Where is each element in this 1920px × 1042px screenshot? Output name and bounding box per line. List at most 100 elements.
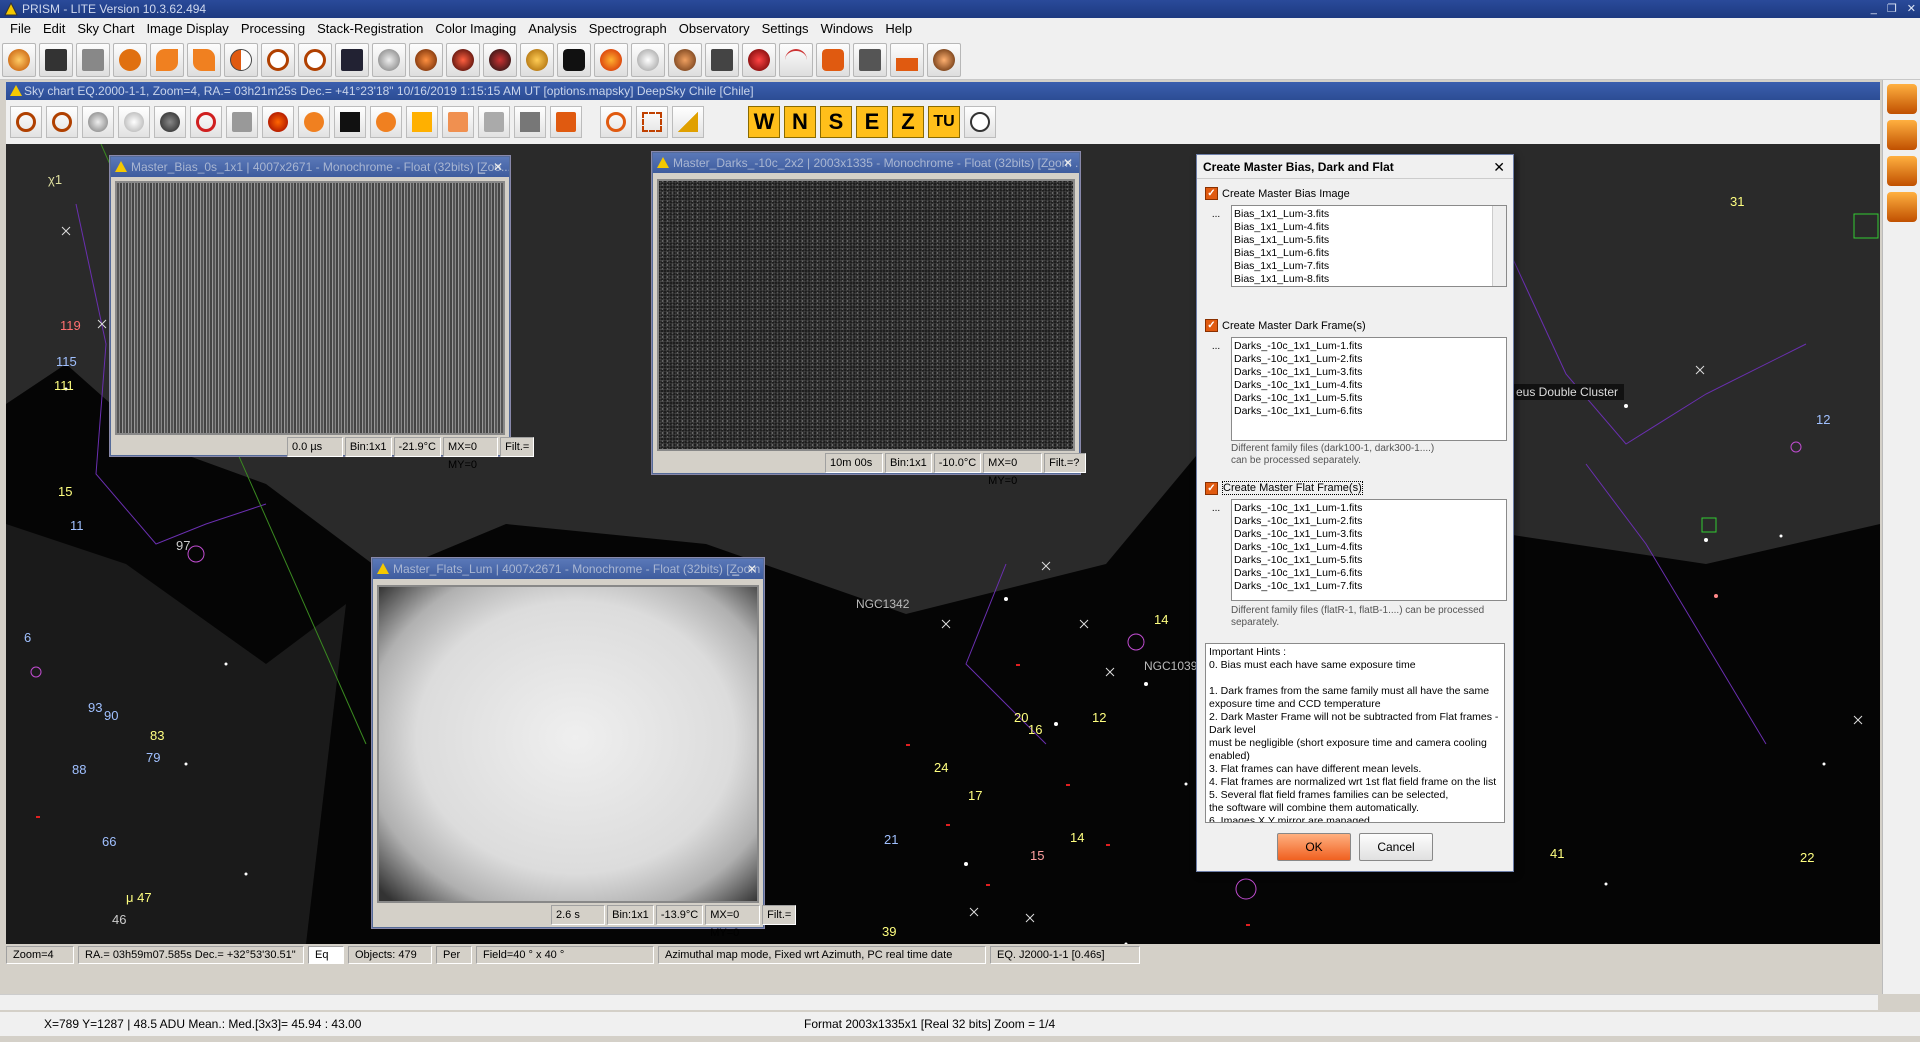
list-item[interactable]: Bias_1x1_Lum-6.fits	[1234, 247, 1504, 260]
restore-button[interactable]: ❐	[1887, 0, 1897, 18]
list-item[interactable]: Bias_1x1_Lum-4.fits	[1234, 221, 1504, 234]
list-item[interactable]: Darks_-10c_1x1_Lum-2.fits	[1234, 515, 1504, 528]
list-item[interactable]: Darks_-10c_1x1_Lum-6.fits	[1234, 405, 1504, 418]
bias-window-titlebar[interactable]: Master_Bias_0s_1x1 | 4007x2671 - Monochr…	[111, 157, 509, 177]
menu-spectrograph[interactable]: Spectrograph	[583, 18, 673, 40]
bias-image-window[interactable]: Master_Bias_0s_1x1 | 4007x2671 - Monochr…	[110, 156, 535, 471]
close-icon[interactable]: ✕	[493, 157, 503, 177]
menu-edit[interactable]: Edit	[37, 18, 71, 40]
list-item[interactable]: Darks_-10c_1x1_Lum-2.fits	[1234, 353, 1504, 366]
zoom-in-button[interactable]	[298, 42, 332, 77]
menu-sky-chart[interactable]: Sky Chart	[71, 18, 140, 40]
flat-checkbox[interactable]: ✓ Create Master Flat Frame(s)	[1205, 481, 1507, 495]
ball-button[interactable]	[631, 42, 665, 77]
sky-star-button[interactable]	[334, 106, 366, 138]
pdp-button[interactable]	[705, 42, 739, 77]
hand-button[interactable]	[816, 42, 850, 77]
menu-observatory[interactable]: Observatory	[673, 18, 756, 40]
curve-button[interactable]	[779, 42, 813, 77]
sky-stop-button[interactable]	[190, 106, 222, 138]
list-item[interactable]: Darks_-10c_1x1_Lum-7.fits	[1234, 580, 1504, 593]
sky-chart-canvas[interactable]: χ1 119 115 111 15 11 97 6 93 90 83 79 88…	[6, 144, 1880, 944]
bias-file-list[interactable]: Bias_1x1_Lum-3.fits Bias_1x1_Lum-4.fits …	[1231, 205, 1507, 287]
camera3-button[interactable]	[483, 42, 517, 77]
menu-file[interactable]: File	[4, 18, 37, 40]
clock-button[interactable]	[964, 106, 996, 138]
redo-button[interactable]	[187, 42, 221, 77]
list-item[interactable]: Darks_-10c_1x1_Lum-1.fits	[1234, 340, 1504, 353]
dock-camera-button[interactable]	[1886, 192, 1917, 222]
sky-redo-button[interactable]	[370, 106, 402, 138]
bias-browse-button[interactable]: ...	[1207, 209, 1225, 225]
frame-button[interactable]	[853, 42, 887, 77]
dir-south-button[interactable]: S	[820, 106, 852, 138]
info-button[interactable]	[113, 42, 147, 77]
bias-list-scrollbar[interactable]	[1492, 206, 1506, 286]
list-item[interactable]: Bias_1x1_Lum-7.fits	[1234, 260, 1504, 273]
list-item[interactable]: Bias_1x1_Lum-8.fits	[1234, 273, 1504, 286]
list-item[interactable]: Darks_-10c_1x1_Lum-5.fits	[1234, 392, 1504, 405]
settings-button[interactable]	[372, 42, 406, 77]
sky-zoom-in-button[interactable]	[46, 106, 78, 138]
sky-calendar-button[interactable]	[442, 106, 474, 138]
bias-image[interactable]	[115, 181, 505, 435]
close-icon[interactable]: ✕	[747, 559, 757, 579]
dir-north-button[interactable]: N	[784, 106, 816, 138]
sky-select-button[interactable]	[636, 106, 668, 138]
flat-browse-button[interactable]: ...	[1207, 503, 1225, 519]
dark-file-list[interactable]: Darks_-10c_1x1_Lum-1.fits Darks_-10c_1x1…	[1231, 337, 1507, 441]
sky-grid-button[interactable]	[514, 106, 546, 138]
ok-button[interactable]: OK	[1277, 833, 1351, 861]
list-item[interactable]: Darks_-10c_1x1_Lum-1.fits	[1234, 502, 1504, 515]
zoom-out-button[interactable]	[261, 42, 295, 77]
close-icon[interactable]: ✕	[1063, 153, 1073, 173]
menu-image-display[interactable]: Image Display	[140, 18, 234, 40]
list-item[interactable]: Bias_1x1_Lum-5.fits	[1234, 234, 1504, 247]
time-utc-button[interactable]: TU	[928, 106, 960, 138]
list-item[interactable]: Darks_-10c_1x1_Lum-3.fits	[1234, 366, 1504, 379]
fire-button[interactable]	[594, 42, 628, 77]
flat-file-list[interactable]: Darks_-10c_1x1_Lum-1.fits Darks_-10c_1x1…	[1231, 499, 1507, 601]
menu-help[interactable]: Help	[879, 18, 918, 40]
bias-checkbox[interactable]: ✓ Create Master Bias Image	[1205, 187, 1507, 200]
minimize-icon[interactable]: _	[1048, 153, 1055, 173]
magnet-button[interactable]	[742, 42, 776, 77]
menu-analysis[interactable]: Analysis	[522, 18, 582, 40]
menu-settings[interactable]: Settings	[756, 18, 815, 40]
dark-checkbox[interactable]: ✓ Create Master Dark Frame(s)	[1205, 319, 1507, 332]
dir-east-button[interactable]: E	[856, 106, 888, 138]
flats-image[interactable]	[377, 585, 759, 903]
flats-window-titlebar[interactable]: Master_Flats_Lum | 4007x2671 - Monochrom…	[373, 559, 763, 579]
scanner-button[interactable]	[76, 42, 110, 77]
open-button[interactable]	[2, 42, 36, 77]
close-button[interactable]: ✕	[1907, 0, 1916, 18]
sky-sort-button[interactable]	[550, 106, 582, 138]
sky-moon-button[interactable]	[118, 106, 150, 138]
menu-windows[interactable]: Windows	[815, 18, 880, 40]
darks-image[interactable]	[657, 179, 1075, 451]
menu-processing[interactable]: Processing	[235, 18, 311, 40]
list-item[interactable]: Darks_-10c_1x1_Lum-4.fits	[1234, 379, 1504, 392]
minimize-icon[interactable]: _	[478, 157, 485, 177]
pen-button[interactable]	[668, 42, 702, 77]
undo-button[interactable]	[150, 42, 184, 77]
dock-observatory-button[interactable]	[1886, 84, 1917, 114]
observer-button[interactable]	[927, 42, 961, 77]
horizontal-scrollbar[interactable]	[0, 994, 1878, 1010]
minimize-button[interactable]: _	[1871, 0, 1877, 18]
list-item[interactable]: Bias_1x1_Lum-3.fits	[1234, 208, 1504, 221]
sky-print-button[interactable]	[226, 106, 258, 138]
menu-color-imaging[interactable]: Color Imaging	[429, 18, 522, 40]
dock-mount-button[interactable]	[1886, 120, 1917, 150]
sky-undo-button[interactable]	[298, 106, 330, 138]
list-item[interactable]: Darks_-10c_1x1_Lum-4.fits	[1234, 541, 1504, 554]
telescope-button[interactable]	[557, 42, 591, 77]
sky-sliders-button[interactable]	[478, 106, 510, 138]
sky-zoom-out-button[interactable]	[10, 106, 42, 138]
list-item[interactable]: Darks_-10c_1x1_Lum-5.fits	[1234, 554, 1504, 567]
hints-text[interactable]: Important Hints : 0. Bias must each have…	[1205, 643, 1505, 823]
dock-dome-button[interactable]	[1886, 156, 1917, 186]
sky-arrow-right-button[interactable]	[406, 106, 438, 138]
filter-wheel-button[interactable]	[520, 42, 554, 77]
dir-west-button[interactable]: W	[748, 106, 780, 138]
